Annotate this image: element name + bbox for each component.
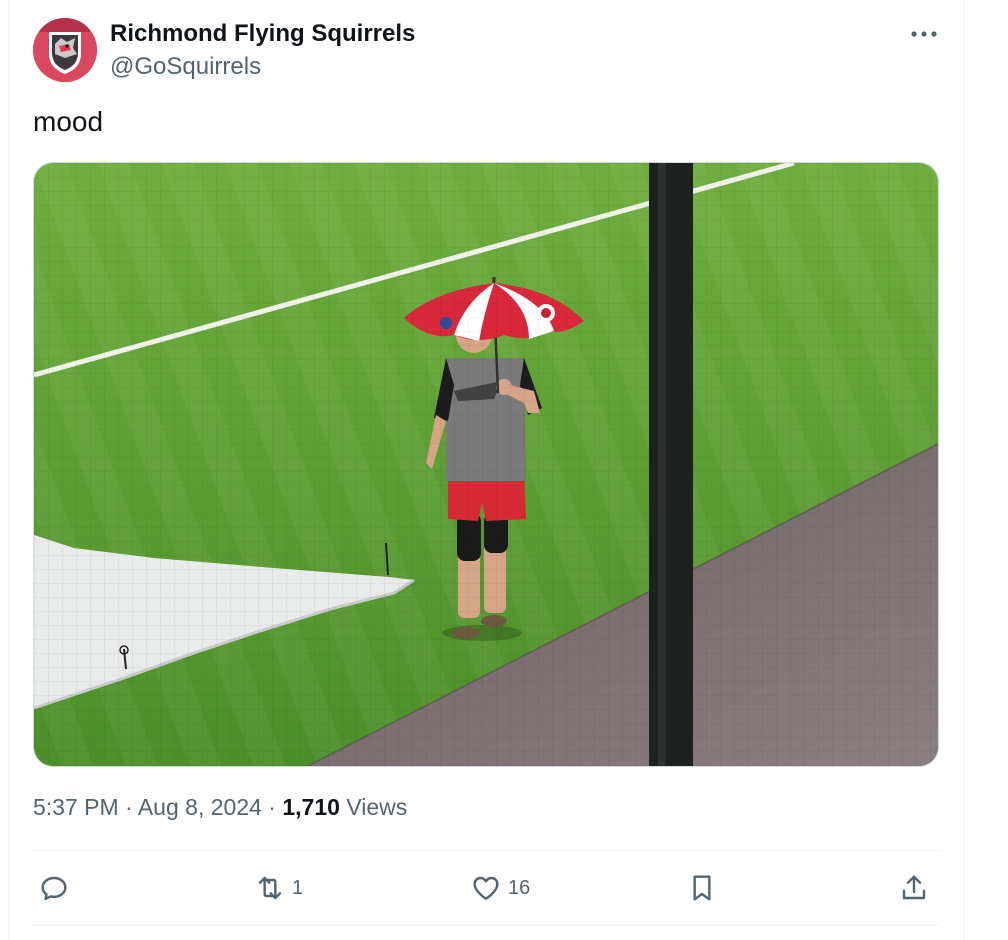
author-display-name[interactable]: Richmond Flying Squirrels [110, 20, 415, 48]
separator: · [125, 794, 133, 820]
more-horizontal-icon [911, 31, 937, 37]
tweet-text: mood [33, 106, 104, 137]
like-count: 16 [508, 876, 531, 899]
like-button[interactable]: 16 [470, 868, 530, 908]
retweet-icon [258, 876, 282, 900]
views-label: Views [346, 794, 408, 820]
reply-icon [41, 876, 67, 901]
separator: · [268, 794, 276, 820]
views-count: 1,710 [282, 794, 340, 820]
share-button[interactable] [898, 868, 930, 908]
more-options-button[interactable] [900, 20, 948, 48]
tweet-time[interactable]: 5:37 PM [33, 794, 119, 820]
bookmark-icon [693, 875, 711, 901]
tweet-metadata: 5:37 PM · Aug 8, 2024 · 1,710 Views [33, 794, 407, 821]
tweet-photo[interactable] [33, 162, 939, 767]
divider [33, 924, 939, 925]
avatar[interactable] [33, 18, 97, 82]
heart-icon [473, 876, 499, 900]
tweet-date[interactable]: Aug 8, 2024 [138, 794, 262, 820]
retweet-button[interactable]: 1 [254, 868, 303, 908]
divider [33, 850, 939, 851]
bookmark-button[interactable] [686, 868, 718, 908]
author-handle[interactable]: @GoSquirrels [110, 53, 261, 81]
retweet-count: 1 [292, 876, 304, 899]
share-icon [902, 875, 926, 900]
reply-button[interactable] [38, 868, 76, 908]
